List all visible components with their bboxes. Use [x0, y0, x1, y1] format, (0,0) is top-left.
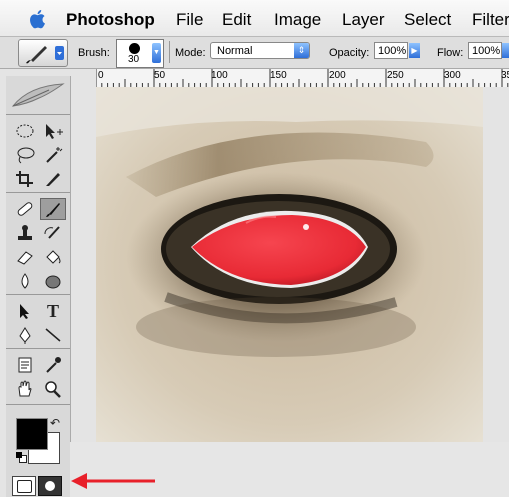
slice-icon[interactable]	[40, 168, 66, 190]
canvas-scroll-edge	[483, 87, 509, 442]
toolbox-divider	[6, 404, 70, 405]
menu-select[interactable]: Select	[404, 10, 451, 30]
notes-icon[interactable]	[12, 354, 38, 376]
document-canvas[interactable]	[96, 87, 483, 442]
menu-edit[interactable]: Edit	[222, 10, 251, 30]
toolbox: T ↶	[6, 76, 71, 497]
healing-brush-icon[interactable]	[12, 198, 38, 220]
eraser-icon[interactable]	[12, 246, 38, 268]
brush-icon	[46, 203, 60, 217]
ruler-label: 100	[211, 70, 228, 81]
brush-picker[interactable]: 30 ▼	[116, 39, 164, 68]
swap-colors-icon[interactable]: ↶	[50, 416, 60, 430]
pen-icon[interactable]	[12, 324, 38, 346]
brush-tip-icon	[129, 43, 140, 54]
ruler-label: 300	[444, 70, 461, 81]
opacity-value: 100%	[378, 45, 407, 57]
flow-value: 100%	[472, 45, 501, 57]
eyedropper-icon[interactable]	[40, 354, 66, 376]
hand-icon[interactable]	[12, 378, 38, 400]
quick-mask-icon	[45, 481, 55, 491]
paint-bucket-icon[interactable]	[40, 246, 66, 268]
horizontal-ruler: 0 50 100 150 200 250 300 35	[96, 69, 509, 88]
ruler-label: 150	[270, 70, 287, 81]
options-divider	[169, 41, 170, 63]
annotation-arrow-icon	[71, 473, 155, 489]
opacity-label: Opacity:	[329, 47, 370, 59]
blur-icon[interactable]	[12, 270, 38, 292]
brush-tool-active[interactable]	[40, 198, 66, 220]
menu-image[interactable]: Image	[274, 10, 321, 30]
ruler-label: 250	[387, 70, 404, 81]
brush-dropdown-icon: ▼	[152, 43, 161, 63]
app-menu[interactable]: Photoshop	[66, 10, 155, 30]
opacity-input[interactable]: 100%	[374, 42, 408, 59]
history-brush-icon[interactable]	[40, 222, 66, 244]
standard-mode-button[interactable]	[12, 476, 36, 496]
ruler-label: 200	[329, 70, 346, 81]
brush-label: Brush:	[78, 47, 110, 59]
toolbox-divider	[6, 114, 70, 115]
menu-filter[interactable]: Filter	[472, 10, 509, 30]
marquee-icon[interactable]	[12, 120, 38, 142]
standard-mode-icon	[17, 480, 32, 493]
line-icon[interactable]	[40, 324, 66, 346]
type-icon[interactable]: T	[40, 300, 66, 322]
path-selection-icon[interactable]	[12, 300, 38, 322]
apple-logo-icon[interactable]	[26, 7, 50, 31]
opacity-slider-button[interactable]: ▶	[409, 43, 420, 58]
lasso-icon[interactable]	[12, 144, 38, 166]
mode-select[interactable]: Normal ⇕	[210, 42, 310, 59]
flow-input[interactable]: 100%	[468, 42, 502, 59]
move-icon[interactable]	[40, 120, 66, 142]
eye-photo	[96, 87, 483, 442]
mode-stepper-icon: ⇕	[294, 43, 309, 58]
ruler-label: 50	[154, 70, 166, 81]
menu-file[interactable]: File	[176, 10, 203, 30]
toolbox-divider	[6, 192, 70, 193]
mode-label: Mode:	[175, 47, 206, 59]
toolbox-divider	[6, 294, 70, 295]
ruler-label: 0	[98, 70, 104, 81]
zoom-icon[interactable]	[40, 378, 66, 400]
menu-layer[interactable]: Layer	[342, 10, 385, 30]
options-bar: Brush: 30 ▼ Mode: Normal ⇕ Opacity: 100%…	[0, 37, 509, 69]
dodge-icon[interactable]	[40, 270, 66, 292]
flow-label: Flow:	[437, 47, 464, 59]
flow-slider-button[interactable]	[502, 43, 509, 58]
feather-logo[interactable]	[9, 80, 67, 110]
magic-wand-icon[interactable]	[40, 144, 66, 166]
mode-value: Normal	[217, 45, 253, 57]
clone-stamp-icon[interactable]	[12, 222, 38, 244]
ruler-label: 35	[501, 70, 509, 81]
default-colors-icon[interactable]	[16, 452, 27, 463]
brush-size-value: 30	[128, 54, 140, 65]
quick-mask-button[interactable]	[38, 476, 62, 496]
menu-bar: Photoshop File Edit Image Layer Select F…	[0, 0, 509, 37]
brush-icon	[26, 46, 64, 64]
crop-icon[interactable]	[12, 168, 38, 190]
toolbox-divider	[6, 348, 70, 349]
tool-preset-picker[interactable]	[18, 39, 68, 67]
foreground-color-swatch[interactable]	[16, 418, 48, 450]
